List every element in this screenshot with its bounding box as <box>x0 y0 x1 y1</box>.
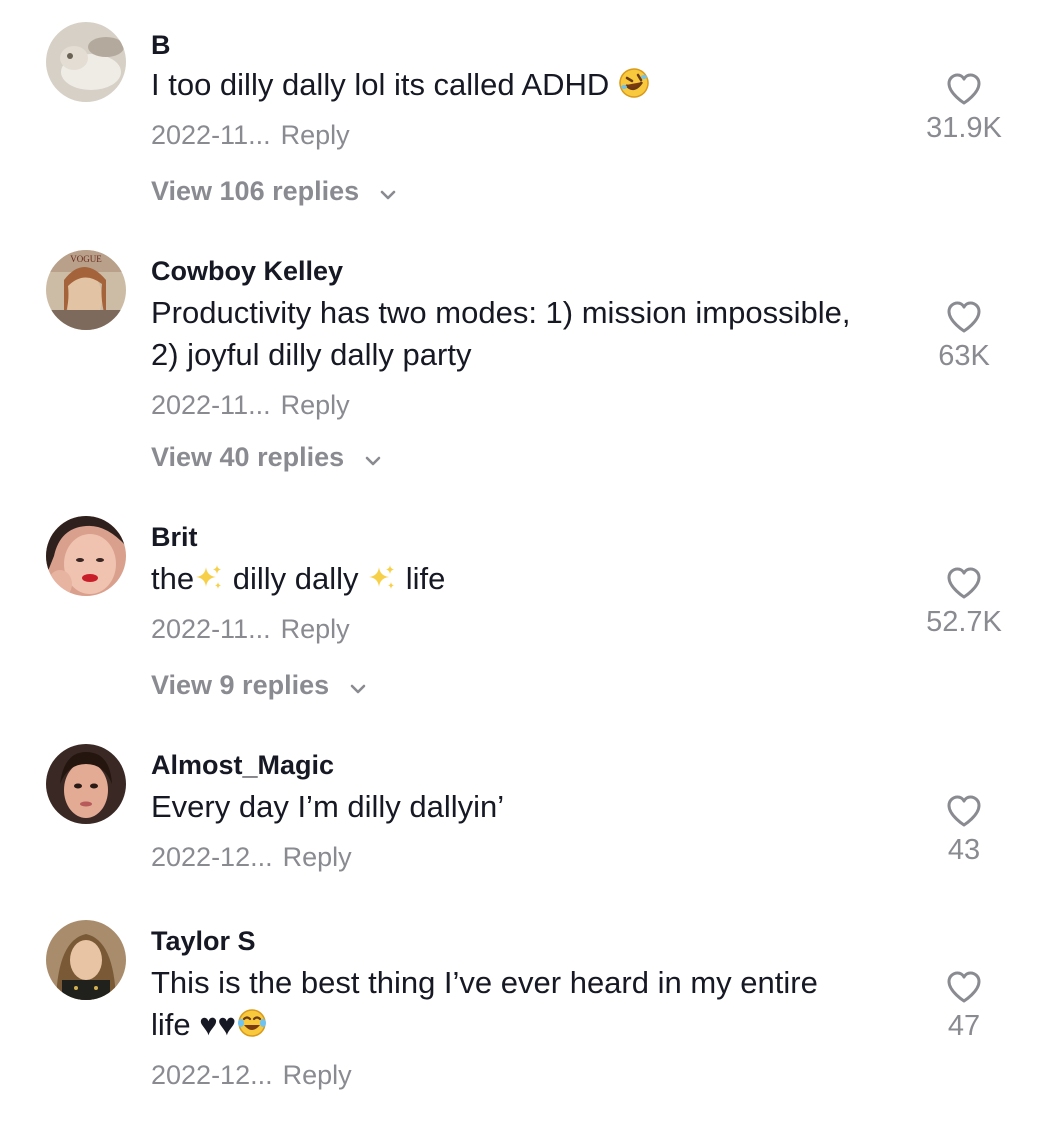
reply-button[interactable]: Reply <box>283 1060 352 1090</box>
reply-button[interactable]: Reply <box>281 614 350 644</box>
like-count: 31.9K <box>926 112 1002 144</box>
comment-date: 2022-11... <box>151 390 271 420</box>
chevron-down-icon <box>379 177 397 208</box>
comment-date: 2022-12... <box>151 842 273 872</box>
reply-button[interactable]: Reply <box>281 390 350 420</box>
comment-username[interactable]: Almost_Magic <box>151 750 334 781</box>
like-count: 63K <box>938 340 990 372</box>
heart-outline-icon <box>947 567 981 599</box>
avatar[interactable] <box>46 22 126 102</box>
sparkles-icon <box>194 562 224 604</box>
comment-meta: 2022-12... Reply <box>151 1060 352 1091</box>
heart-outline-icon <box>947 73 981 105</box>
comment-meta: 2022-12... Reply <box>151 842 352 873</box>
comment-username[interactable]: Taylor S <box>151 926 256 957</box>
comment-meta: 2022-11... Reply <box>151 614 350 645</box>
comment-text: Every day I’m dilly dallyin’ <box>151 789 505 824</box>
like-button[interactable]: 47 <box>904 970 1024 1043</box>
avatar[interactable]: VOGUE <box>46 250 126 330</box>
heart-outline-icon <box>947 795 981 827</box>
like-button[interactable]: 43 <box>904 794 1024 867</box>
view-replies-label: View 40 replies <box>151 442 345 472</box>
sparkles-icon <box>367 562 397 604</box>
avatar[interactable] <box>46 744 126 824</box>
heart-outline-icon <box>947 971 981 1003</box>
comment-date: 2022-11... <box>151 614 271 644</box>
comment-date: 2022-11... <box>151 120 271 150</box>
reply-button[interactable]: Reply <box>283 842 352 872</box>
reply-button[interactable]: Reply <box>281 120 350 150</box>
tears-of-joy-emoji-icon <box>236 1007 268 1050</box>
like-button[interactable]: 31.9K <box>904 72 1024 145</box>
like-count: 52.7K <box>926 606 1002 638</box>
view-replies-label: View 106 replies <box>151 176 360 206</box>
like-count: 47 <box>947 1010 981 1042</box>
comment-text: This is the best thing I’ve ever heard i… <box>151 962 911 1050</box>
svg-text:VOGUE: VOGUE <box>70 254 102 264</box>
comment-username[interactable]: Brit <box>151 522 198 553</box>
heart-outline-icon <box>947 301 981 333</box>
view-replies-label: View 9 replies <box>151 670 330 700</box>
comment-username[interactable]: Cowboy Kelley <box>151 256 343 287</box>
view-replies-button[interactable]: View 106 replies <box>151 176 397 208</box>
comment-meta: 2022-11... Reply <box>151 120 350 151</box>
comment-username[interactable]: B <box>151 30 171 61</box>
view-replies-button[interactable]: View 9 replies <box>151 670 367 702</box>
view-replies-button[interactable]: View 40 replies <box>151 442 382 474</box>
rolling-laughing-emoji-icon <box>618 67 650 110</box>
comment-text: I too dilly dally lol its called ADHD <box>151 64 911 110</box>
avatar[interactable] <box>46 516 126 596</box>
comment-text: the dilly dally life <box>151 558 911 604</box>
comment-text: Productivity has two modes: 1) mission i… <box>151 295 851 372</box>
like-button[interactable]: 63K <box>904 300 1024 373</box>
comment-date: 2022-12... <box>151 1060 273 1090</box>
comment-meta: 2022-11... Reply <box>151 390 350 421</box>
chevron-down-icon <box>364 443 382 474</box>
comment-item: B I too dilly dally lol its called ADHD … <box>0 0 1044 230</box>
chevron-down-icon <box>349 671 367 702</box>
like-button[interactable]: 52.7K <box>904 566 1024 639</box>
avatar[interactable] <box>46 920 126 1000</box>
like-count: 43 <box>947 834 981 866</box>
